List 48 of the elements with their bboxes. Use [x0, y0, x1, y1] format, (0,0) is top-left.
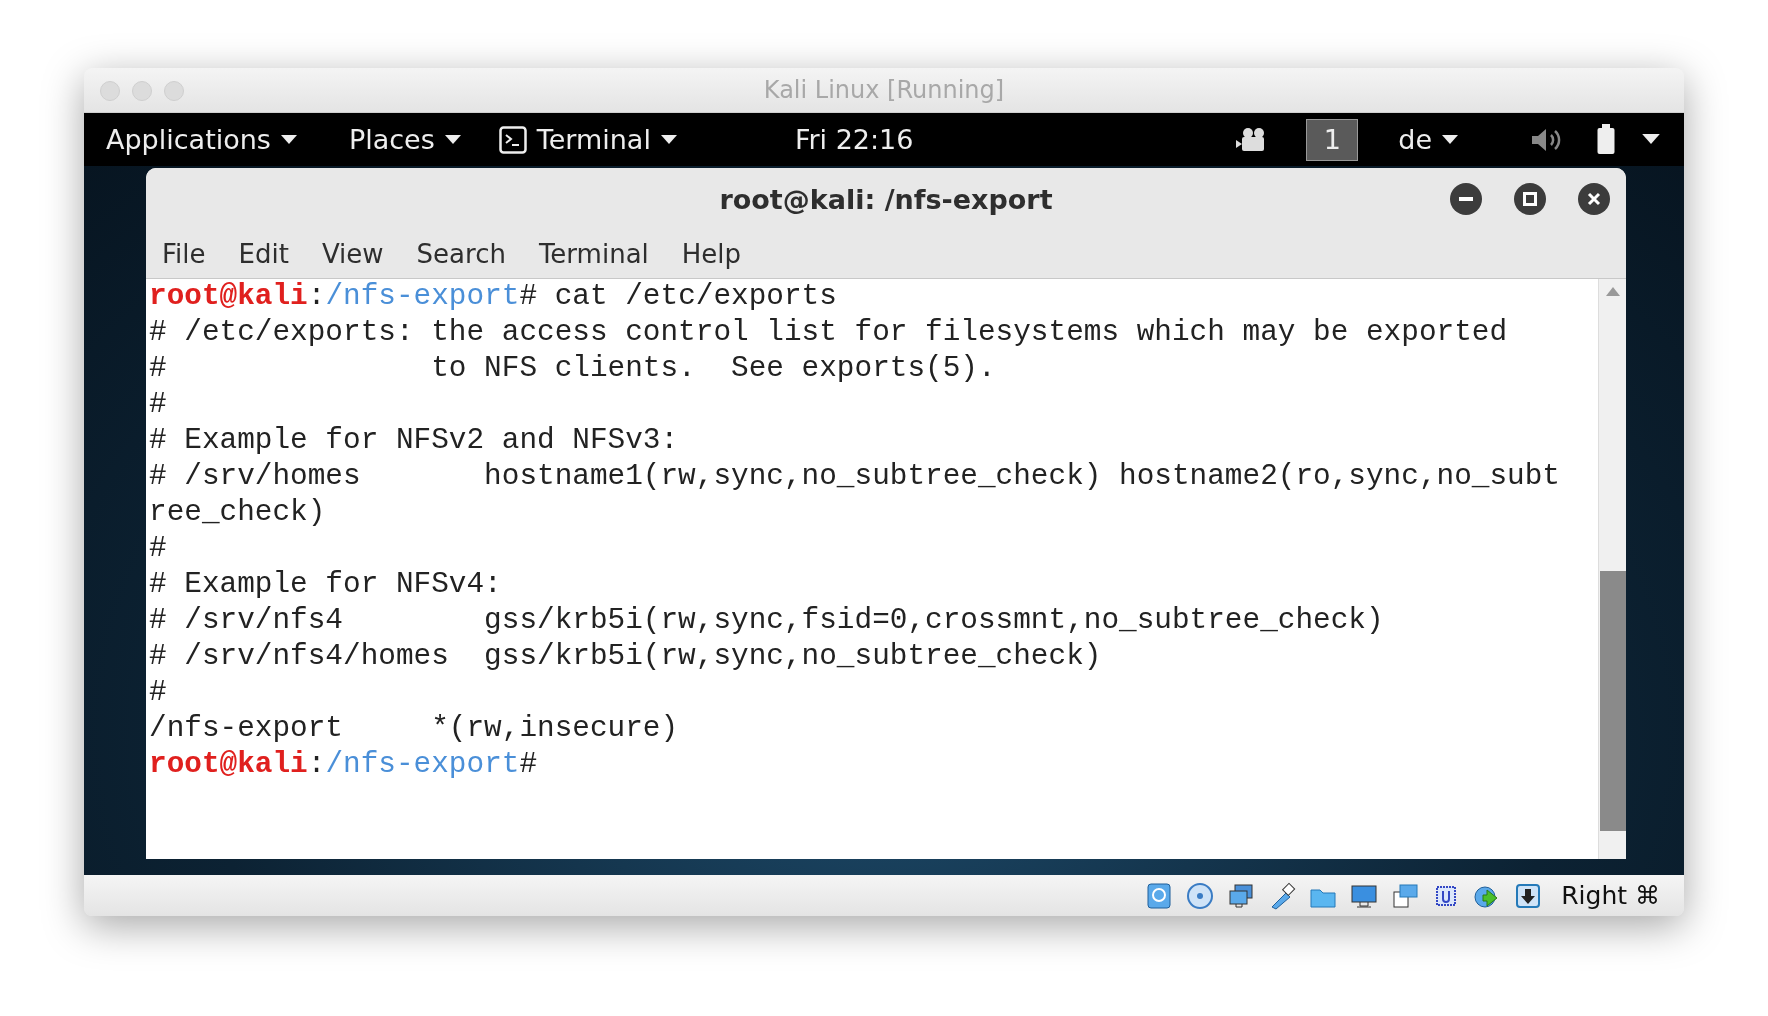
panel-menu[interactable]: Places: [348, 124, 461, 155]
keyboard-layout-menu[interactable]: de: [1398, 124, 1458, 155]
close-icon: [1587, 192, 1601, 206]
output-line: # Example for NFSv2 and NFSv3:: [149, 423, 680, 459]
menu-item[interactable]: File: [162, 239, 206, 269]
minimize-button[interactable]: [1450, 183, 1482, 215]
battery-icon[interactable]: [1596, 123, 1616, 156]
menu-item[interactable]: View: [321, 239, 384, 269]
output-line: # to NFS clients. See exports(5).: [149, 351, 997, 387]
menu-item[interactable]: Help: [681, 239, 742, 269]
terminal-icon: [498, 125, 527, 154]
caret-icon: [660, 134, 677, 145]
host-key-label: Right ⌘: [1561, 881, 1660, 910]
cd-icon[interactable]: [1186, 881, 1215, 910]
output-line: #: [149, 531, 168, 567]
output-line: # /srv/nfs4 gss/krb5i(rw,sync,fsid=0,crossmnt,no_subtree_check): [149, 603, 1385, 639]
panel-menu[interactable]: Applications: [106, 124, 297, 155]
caret-icon: [280, 134, 297, 145]
output-line: # Example for NFSv4:: [149, 567, 503, 603]
output-line: #: [149, 675, 168, 711]
prompt-line: root@kali:/nfs-export# cat /etc/exports: [149, 279, 838, 315]
menu-item[interactable]: Edit: [238, 239, 289, 269]
output-line: #: [149, 387, 168, 423]
clock[interactable]: Fri 22:16: [794, 124, 914, 155]
window-title: Kali Linux [Running]: [763, 76, 1005, 104]
output-line: # /etc/exports: the access control list for filesystems which may be exported: [149, 315, 1509, 351]
scrollbar-thumb[interactable]: [1599, 571, 1626, 831]
output-line: # /srv/homes hostname1(rw,sync,no_subtree_check) hostname2(ro,sync,no_subt: [149, 459, 1561, 495]
output-line: # /srv/nfs4/homes gss/krb5i(rw,sync,no_subtree_check): [149, 639, 1103, 675]
minimize-icon: [1459, 197, 1473, 201]
output-line: ree_check): [149, 495, 327, 531]
maximize-icon: [1523, 192, 1537, 206]
menu-item[interactable]: Search: [416, 239, 506, 269]
maximize-button[interactable]: [1514, 183, 1546, 215]
caret-icon: [1442, 134, 1458, 145]
scrollbar[interactable]: [1598, 279, 1626, 859]
workspace-indicator[interactable]: 1: [1306, 118, 1359, 161]
network-icon[interactable]: [1227, 881, 1256, 910]
caret-icon: [444, 134, 461, 145]
prompt-line: root@kali:/nfs-export#: [149, 747, 539, 783]
system-menu-caret-icon[interactable]: [1642, 134, 1660, 145]
close-button[interactable]: [1578, 183, 1610, 215]
download-icon[interactable]: [1514, 881, 1543, 910]
terminal-title: root@kali: /nfs-export: [719, 183, 1053, 215]
windows-icon[interactable]: [1391, 881, 1420, 910]
output-line: /nfs-export *(rw,insecure): [149, 711, 680, 747]
panel-menu[interactable]: Terminal: [498, 124, 677, 155]
menu-item[interactable]: Terminal: [538, 239, 649, 269]
